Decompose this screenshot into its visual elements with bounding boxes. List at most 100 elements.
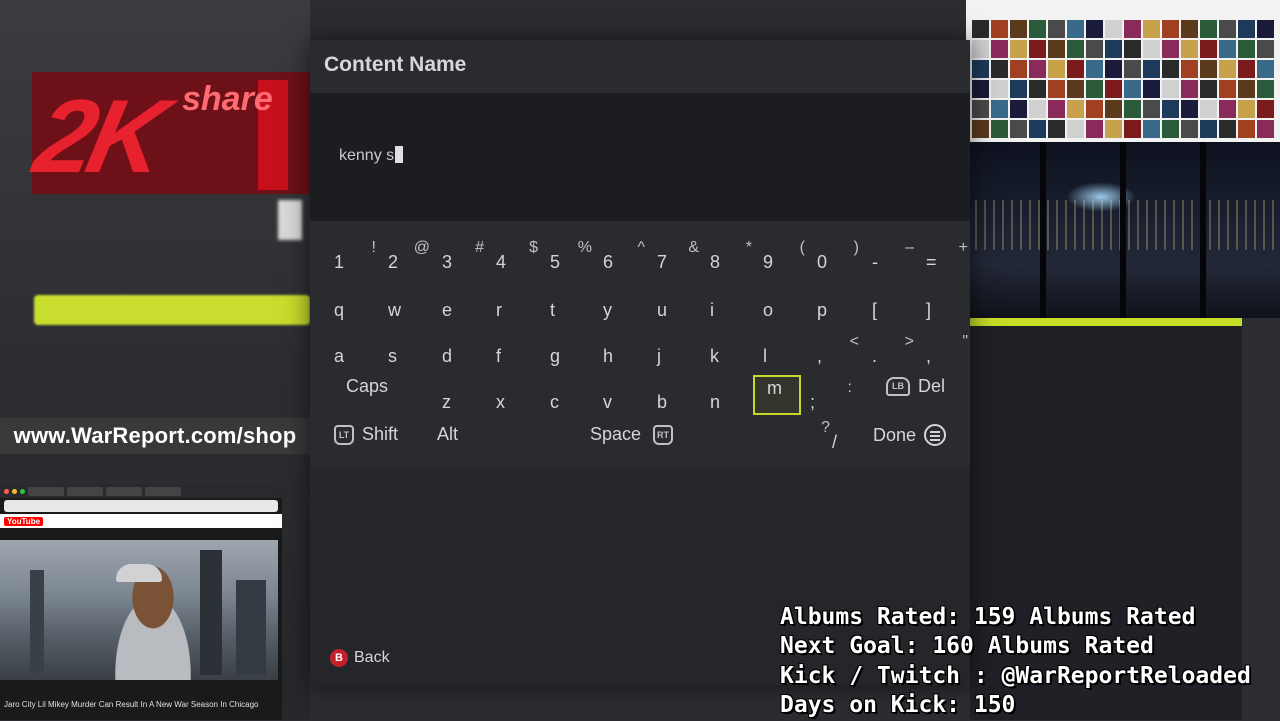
del-key[interactable]: LB Del xyxy=(886,376,945,397)
key-r[interactable]: r xyxy=(496,287,544,327)
key-main-char: e xyxy=(442,300,453,320)
album-cover-thumbnail xyxy=(1105,20,1122,38)
key-l[interactable]: l xyxy=(763,333,811,373)
key-symbol[interactable]: , " xyxy=(926,333,974,373)
album-cover-thumbnail xyxy=(1048,80,1065,98)
key-2[interactable]: 2 @ xyxy=(388,239,436,279)
promo-banner: www.WarReport.com/shop xyxy=(0,418,310,454)
stats-social-handle: Kick / Twitch : @WarReportReloaded xyxy=(780,662,1251,689)
key-e[interactable]: e xyxy=(442,287,490,327)
menu-button-icon xyxy=(924,424,947,446)
key-main-char: 0 xyxy=(817,252,828,272)
key-symbol[interactable]: ] xyxy=(926,287,974,327)
key-symbol[interactable]: . > xyxy=(872,333,920,373)
album-cover-thumbnail xyxy=(1219,60,1236,78)
key-main-char: 5 xyxy=(550,252,561,272)
album-cover-thumbnail xyxy=(1124,100,1141,118)
key-shift-char: & xyxy=(688,239,699,256)
key-symbol[interactable]: [ xyxy=(872,287,920,327)
key-s[interactable]: s xyxy=(388,333,436,373)
album-cover-thumbnail xyxy=(1048,40,1065,58)
key-1[interactable]: 1! xyxy=(334,239,382,279)
key-c[interactable]: c xyxy=(550,379,598,419)
logo-share-text: share xyxy=(182,80,273,118)
key-i[interactable]: i xyxy=(710,287,758,327)
key-n[interactable]: n xyxy=(710,379,758,419)
key-9[interactable]: 9( xyxy=(763,239,811,279)
caps-key[interactable]: Caps xyxy=(346,376,388,397)
content-name-input-area[interactable] xyxy=(310,93,970,221)
key-7[interactable]: 7 & xyxy=(657,239,705,279)
key-symbol[interactable]: , < xyxy=(817,333,865,373)
key-symbol[interactable]: - – xyxy=(872,239,920,279)
key-main-char: o xyxy=(763,300,774,320)
key-u[interactable]: u xyxy=(657,287,705,327)
key-t[interactable]: t xyxy=(550,287,598,327)
key-h[interactable]: h xyxy=(603,333,651,373)
key-shift-char: ) xyxy=(853,239,859,256)
background-green-bar xyxy=(970,318,1242,326)
album-cover-thumbnail xyxy=(1257,60,1274,78)
key-slash[interactable]: / ? xyxy=(812,419,860,459)
browser-tab xyxy=(145,486,181,496)
key-shift-char: ( xyxy=(799,239,805,256)
shift-key[interactable]: LT Shift xyxy=(334,424,398,445)
album-cover-thumbnail xyxy=(1181,80,1198,98)
space-key-label: Space xyxy=(590,424,642,444)
key-8[interactable]: 8 * xyxy=(710,239,758,279)
content-name-input[interactable]: kenny s xyxy=(339,146,404,165)
key-symbol[interactable]: = + xyxy=(926,239,974,279)
key-0[interactable]: 0) xyxy=(817,239,865,279)
key-g[interactable]: g xyxy=(550,333,598,373)
key-a[interactable]: a xyxy=(334,333,382,373)
key-shift-char: < xyxy=(849,333,859,350)
key-w[interactable]: w xyxy=(388,287,436,327)
youtube-header: YouTube xyxy=(0,514,282,528)
space-key[interactable]: Space RT xyxy=(590,424,674,445)
key-5[interactable]: 5% xyxy=(550,239,598,279)
album-cover-thumbnail xyxy=(991,100,1008,118)
dialog-title: Content Name xyxy=(324,53,467,76)
album-cover-thumbnail xyxy=(1238,100,1255,118)
album-cover-thumbnail xyxy=(1029,60,1046,78)
key-6[interactable]: 6 ^ xyxy=(603,239,651,279)
key-3[interactable]: 3 # xyxy=(442,239,490,279)
key-k[interactable]: k xyxy=(710,333,758,373)
back-button[interactable]: B Back xyxy=(330,649,390,667)
background-list-row xyxy=(46,342,310,368)
album-cover-thumbnail xyxy=(1162,100,1179,118)
key-q[interactable]: q xyxy=(334,287,382,327)
key-symbol[interactable]: ;: xyxy=(810,379,858,419)
key-z[interactable]: z xyxy=(442,379,490,419)
key-d[interactable]: d xyxy=(442,333,490,373)
album-cover-thumbnail xyxy=(1105,60,1122,78)
album-cover-thumbnail xyxy=(1010,60,1027,78)
album-cover-thumbnail xyxy=(1124,60,1141,78)
key-p[interactable]: p xyxy=(817,287,865,327)
key-m[interactable]: m xyxy=(753,375,801,415)
album-cover-thumbnail xyxy=(1162,80,1179,98)
key-main-char: 6 xyxy=(603,252,614,272)
key-o[interactable]: o xyxy=(763,287,811,327)
key-main-char: . xyxy=(872,346,878,366)
browser-address-bar xyxy=(4,500,278,512)
key-j[interactable]: j xyxy=(657,333,705,373)
key-y[interactable]: y xyxy=(603,287,651,327)
album-cover-thumbnail xyxy=(1086,80,1103,98)
background-search-field xyxy=(50,200,302,240)
key-b[interactable]: b xyxy=(657,379,705,419)
key-f[interactable]: f xyxy=(496,333,544,373)
album-cover-thumbnail xyxy=(1143,40,1160,58)
alt-key[interactable]: Alt xyxy=(437,424,458,445)
city-night-view xyxy=(966,142,1280,318)
key-main-char: s xyxy=(388,346,397,366)
key-main-char: 9 xyxy=(763,252,774,272)
key-4[interactable]: 4 $ xyxy=(496,239,544,279)
album-cover-thumbnail xyxy=(1105,100,1122,118)
key-x[interactable]: x xyxy=(496,379,544,419)
key-v[interactable]: v xyxy=(603,379,651,419)
key-main-char: b xyxy=(657,392,668,412)
done-key[interactable]: Done xyxy=(873,424,947,446)
key-main-char: , xyxy=(926,346,932,366)
stream-stats-overlay: Albums Rated: 159 Albums Rated Next Goal… xyxy=(780,603,1251,721)
